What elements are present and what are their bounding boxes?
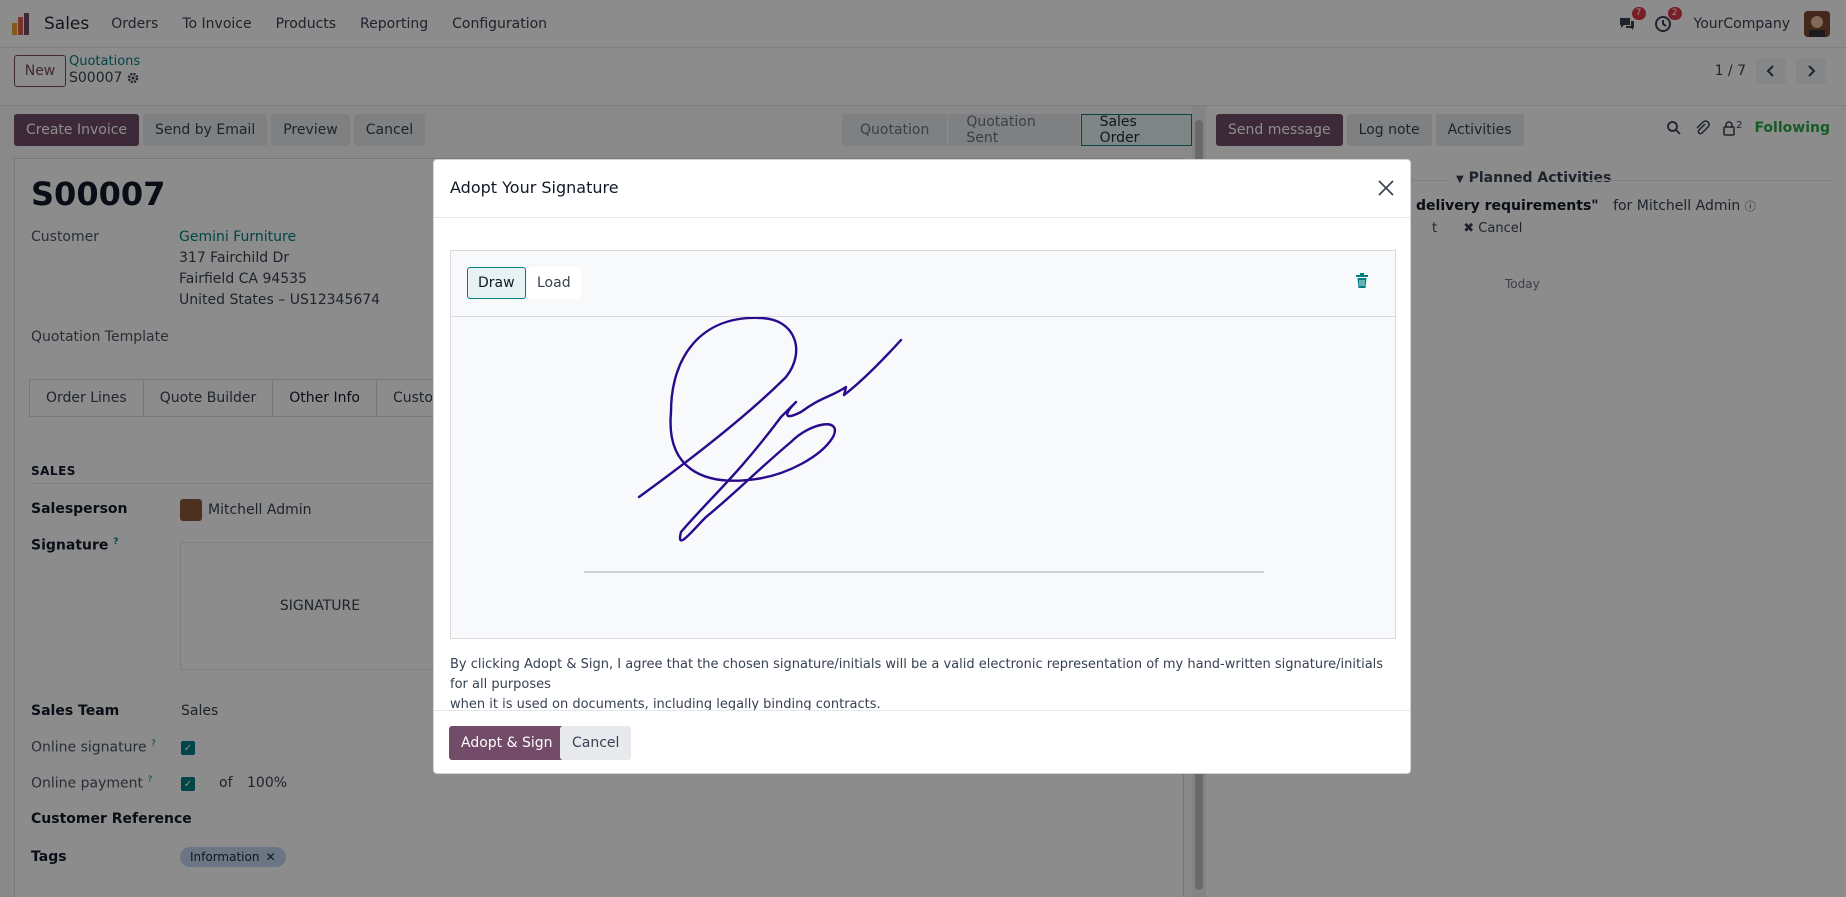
- dialog-title: Adopt Your Signature: [450, 178, 619, 197]
- trash-icon[interactable]: [1355, 273, 1369, 289]
- dialog-footer: Adopt & Sign Cancel: [434, 710, 1410, 774]
- draw-mode-button[interactable]: Draw: [467, 267, 526, 299]
- signature-stroke: [637, 317, 903, 542]
- signature-canvas[interactable]: [451, 317, 1395, 638]
- signature-mode-toolbar: Draw Load: [451, 251, 1395, 317]
- dialog-header: Adopt Your Signature: [434, 160, 1410, 218]
- dialog-cancel-button[interactable]: Cancel: [560, 726, 632, 760]
- load-mode-button[interactable]: Load: [527, 267, 581, 299]
- legal-disclaimer: By clicking Adopt & Sign, I agree that t…: [450, 655, 1396, 715]
- adopt-and-sign-button[interactable]: Adopt & Sign: [449, 726, 565, 760]
- disclaimer-line-1: By clicking Adopt & Sign, I agree that t…: [450, 657, 1384, 692]
- adopt-signature-dialog: Adopt Your Signature Draw Load By clicki…: [433, 159, 1411, 774]
- signature-panel: Draw Load: [450, 250, 1396, 639]
- close-icon[interactable]: [1376, 178, 1396, 198]
